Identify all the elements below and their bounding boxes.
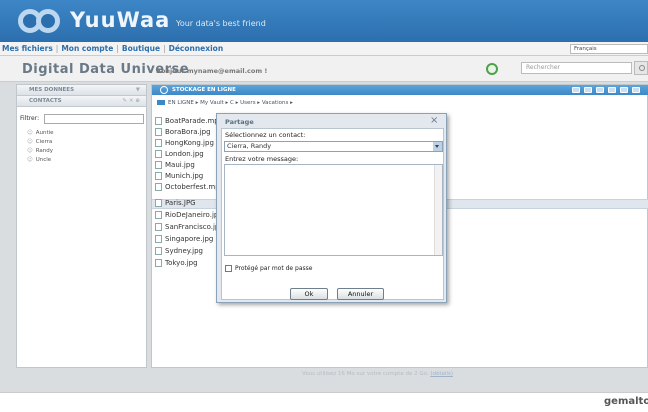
breadcrumb-item[interactable]: My Vault — [200, 100, 224, 106]
file-item[interactable]: London.jpg — [155, 150, 225, 158]
my-data-header[interactable]: MES DONNEES ▼ — [17, 85, 146, 96]
filter-input[interactable] — [44, 114, 144, 124]
search-icon[interactable] — [634, 61, 648, 75]
message-label: Entrez votre message: — [225, 155, 299, 163]
scrollbar[interactable] — [434, 165, 442, 255]
nav-links: Mes fichiers | Mon compte | Boutique | Déconne… — [2, 44, 224, 53]
breadcrumb-item[interactable]: C — [230, 100, 234, 106]
tagline: Your data's best friend — [176, 19, 266, 28]
breadcrumb: EN LIGNE ▸ My Vault ▸ C ▸ Users ▸ Vacati… — [157, 100, 293, 106]
toolbar-button[interactable] — [632, 87, 640, 93]
file-item[interactable]: BoatParade.mp4 — [155, 117, 225, 125]
password-label: Protégé par mot de passe — [235, 265, 313, 272]
dialog-title: Partage — [225, 118, 254, 126]
greeting: Bonjour myname@email.com ! — [156, 67, 268, 75]
gemalto-logo: gemalto — [604, 396, 648, 407]
breadcrumb-item[interactable]: Vacations — [262, 100, 289, 106]
contact-item[interactable]: Randy — [27, 148, 53, 154]
nav-my-files[interactable]: Mes fichiers — [2, 44, 53, 53]
close-icon[interactable]: × — [430, 115, 438, 126]
brand-name: YuuWaa — [70, 8, 171, 32]
file-item[interactable]: Munich.jpg — [155, 172, 225, 180]
file-item[interactable]: Singapore.jpg — [155, 235, 225, 243]
close-icon[interactable] — [620, 87, 628, 93]
nav-bar: Mes fichiers | Mon compte | Boutique | Déconne… — [0, 42, 648, 56]
file-item[interactable]: RioDeJaneiro.jpg — [155, 211, 225, 219]
details-link[interactable]: (détails) — [430, 371, 453, 377]
nav-my-account[interactable]: Mon compte — [61, 44, 113, 53]
filter-label: Filtrer: — [20, 115, 40, 122]
contact-item[interactable]: Uncle — [27, 157, 51, 163]
file-item[interactable]: Octoberfest.mp4 — [155, 183, 225, 191]
nav-shop[interactable]: Boutique — [122, 44, 160, 53]
folder-icon — [157, 100, 165, 105]
file-item[interactable]: SanFrancisco.jpg — [155, 223, 225, 231]
storage-note: Vous utilisez 16 Mo sur votre compte de … — [302, 371, 453, 377]
file-item[interactable]: BoraBora.jpg — [155, 128, 225, 136]
left-panel: MES DONNEES▼ CONTACTS✎ ✕ ⊕ Filtrer: Aunt… — [16, 84, 147, 368]
main-title: STOCKAGE EN LIGNE — [172, 87, 236, 93]
toolbar-button[interactable] — [596, 87, 604, 93]
ok-button[interactable]: Ok — [290, 288, 328, 300]
sync-icon[interactable] — [486, 63, 498, 75]
file-item[interactable]: Paris.JPG — [155, 199, 225, 207]
bottom-bar — [0, 392, 648, 412]
contact-select[interactable]: Cierra, Randy — [224, 141, 443, 152]
cancel-button[interactable]: Annuler — [337, 288, 384, 300]
file-item[interactable]: Maui.jpg — [155, 161, 225, 169]
breadcrumb-item[interactable]: EN LIGNE — [168, 100, 194, 106]
app-header: YuuWaa Your data's best friend — [0, 0, 648, 42]
toolbar-button[interactable] — [608, 87, 616, 93]
search-input[interactable]: Rechercher — [521, 62, 632, 74]
toolbar-button[interactable] — [572, 87, 580, 93]
globe-icon — [160, 86, 168, 94]
language-select[interactable]: Français — [570, 44, 648, 54]
toolbar-button[interactable] — [584, 87, 592, 93]
share-dialog: Partage × Sélectionnez un contact: Cierr… — [216, 113, 447, 303]
chevron-down-icon[interactable] — [433, 142, 442, 151]
contact-item[interactable]: Auntie — [27, 130, 54, 136]
contact-label: Sélectionnez un contact: — [225, 131, 306, 139]
password-checkbox[interactable] — [225, 265, 232, 272]
message-textarea[interactable] — [224, 164, 443, 256]
file-item[interactable]: Sydney.jpg — [155, 247, 225, 255]
file-item[interactable]: HongKong.jpg — [155, 139, 225, 147]
dialog-body: Sélectionnez un contact: Cierra, Randy E… — [221, 128, 444, 300]
breadcrumb-item[interactable]: Users — [240, 100, 255, 106]
logo-icon — [18, 9, 66, 33]
main-title-bar: STOCKAGE EN LIGNE — [152, 85, 648, 95]
file-item[interactable]: Tokyo.jpg — [155, 259, 225, 267]
contacts-header: CONTACTS ✎ ✕ ⊕ — [17, 96, 146, 107]
nav-logout[interactable]: Déconnexion — [169, 44, 224, 53]
contact-item[interactable]: Cierra — [27, 139, 53, 145]
